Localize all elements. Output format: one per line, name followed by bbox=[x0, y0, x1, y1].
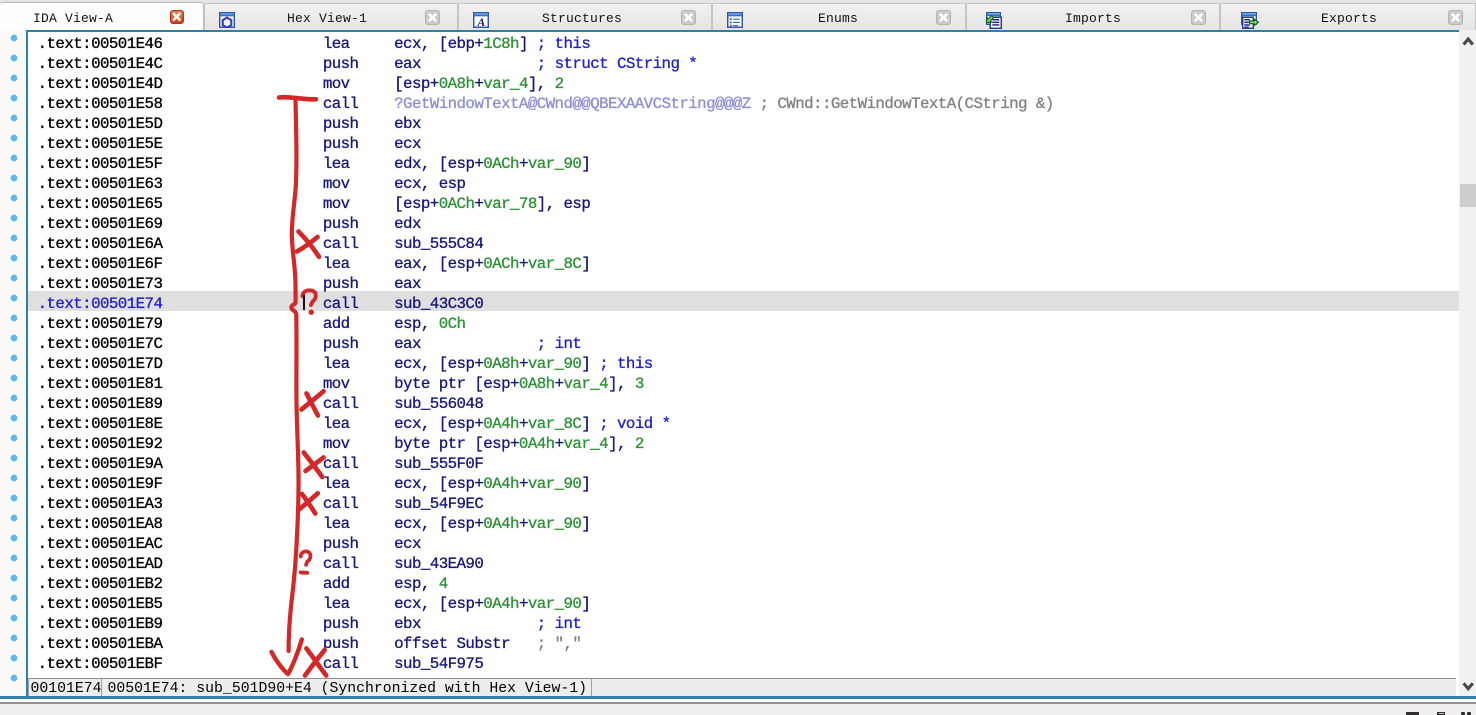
svg-text:A: A bbox=[476, 17, 485, 28]
